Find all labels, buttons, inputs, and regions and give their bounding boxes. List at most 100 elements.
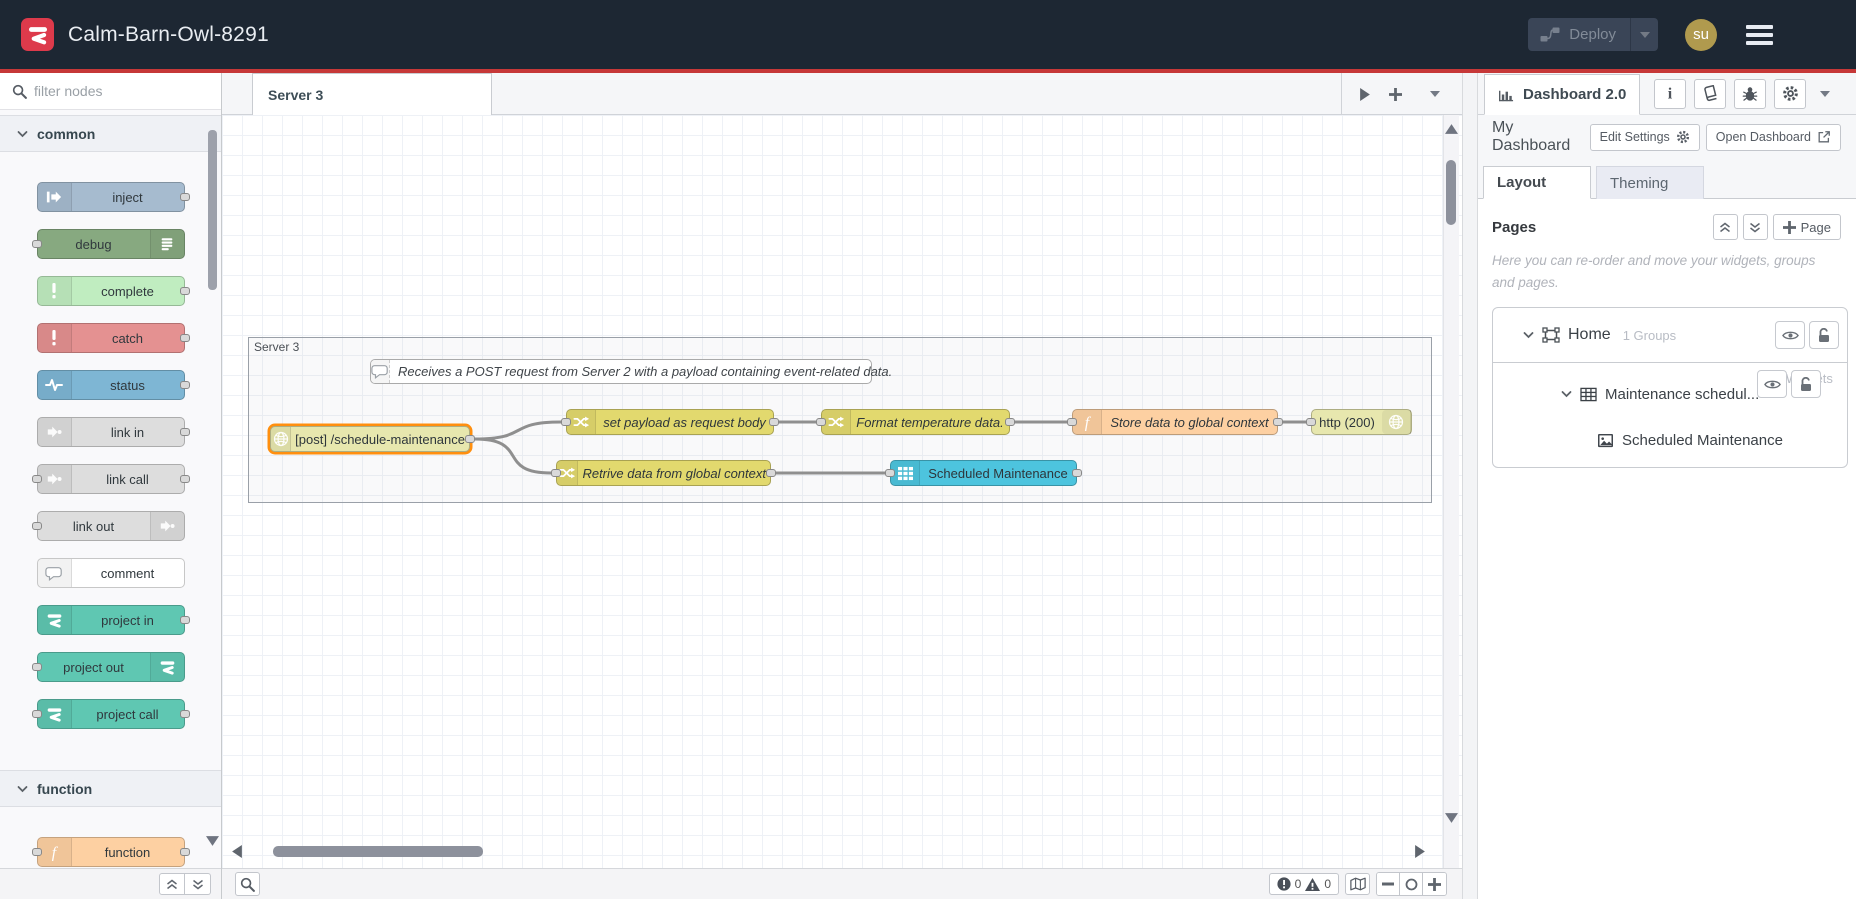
toggle-visibility-button[interactable] <box>1757 370 1787 399</box>
scroll-down-arrow[interactable] <box>1443 810 1459 826</box>
search-flows-button[interactable] <box>235 872 260 896</box>
flow-node-retrive-data-from-global-context[interactable]: Retrive data from global context <box>551 460 776 486</box>
palette-scrollbar-thumb[interactable] <box>208 130 217 290</box>
tree-item-group-maintenance[interactable]: Maintenance schedul... 1 Widgets <box>1493 363 1847 418</box>
toggle-lock-button[interactable] <box>1791 370 1821 399</box>
scroll-up-arrow[interactable] <box>1443 121 1459 137</box>
palette-node-project-in[interactable]: project in <box>36 605 190 635</box>
palette-node-catch[interactable]: catch <box>36 323 190 353</box>
node-input-port[interactable] <box>31 848 42 856</box>
palette-node-project-out[interactable]: project out <box>31 652 185 682</box>
node-input-port[interactable] <box>1067 418 1077 426</box>
node-input-port[interactable] <box>31 663 42 671</box>
node-input-port[interactable] <box>551 469 561 477</box>
zoom-in-button[interactable] <box>1423 873 1446 895</box>
tree-item-widget-scheduled-maintenance[interactable]: Scheduled Maintenance <box>1493 418 1847 467</box>
toggle-lock-button[interactable] <box>1809 321 1839 350</box>
palette-category-function[interactable]: function <box>0 770 221 807</box>
tab-scroll-right-button[interactable] <box>1352 79 1378 109</box>
node-output-port[interactable] <box>179 710 190 718</box>
flow-node-scheduled-maintenance[interactable]: Scheduled Maintenance <box>885 460 1082 486</box>
config-sidebar-button[interactable] <box>1774 78 1807 109</box>
tree-item-page-home[interactable]: Home 1 Groups <box>1493 308 1847 364</box>
palette-scroll-down-arrow[interactable] <box>206 833 219 849</box>
chevron-down-icon <box>17 130 28 138</box>
node-input-port[interactable] <box>561 418 571 426</box>
node-output-port[interactable] <box>1273 418 1283 426</box>
node-output-port[interactable] <box>1072 469 1082 477</box>
node-output-port[interactable] <box>179 475 190 483</box>
scroll-right-arrow[interactable] <box>1412 843 1428 859</box>
flow-node-set-payload-as-request-body[interactable]: set payload as request body <box>561 409 779 435</box>
comment-node[interactable]: Receives a POST request from Server 2 wi… <box>370 359 892 384</box>
sidebar-splitter[interactable] <box>1462 73 1478 899</box>
scroll-left-arrow[interactable] <box>229 843 245 859</box>
zoom-out-button[interactable] <box>1377 873 1400 895</box>
flow-canvas[interactable]: Server 3 Receives a POST request from Se… <box>222 115 1462 868</box>
expand-all-categories-button[interactable] <box>185 873 211 895</box>
zoom-reset-button[interactable] <box>1400 873 1423 895</box>
node-output-port[interactable] <box>179 848 190 856</box>
node-output-port[interactable] <box>179 193 190 201</box>
node-input-port[interactable] <box>31 240 42 248</box>
flow-node-format-temperature-data[interactable]: Format temperature data. <box>816 409 1015 435</box>
palette-node-link-out[interactable]: link out <box>31 511 185 541</box>
node-input-port[interactable] <box>31 710 42 718</box>
tab-server-3[interactable]: Server 3 <box>252 73 492 115</box>
node-output-port[interactable] <box>179 428 190 436</box>
palette-node-comment[interactable]: comment <box>36 558 185 588</box>
node-input-port[interactable] <box>31 522 42 530</box>
node-output-port[interactable] <box>179 287 190 295</box>
info-sidebar-button[interactable]: i <box>1654 78 1687 109</box>
add-page-button[interactable]: Page <box>1772 214 1841 240</box>
sidebar-menu-caret[interactable] <box>1820 90 1831 97</box>
node-input-port[interactable] <box>31 475 42 483</box>
canvas-vertical-scrollbar[interactable] <box>1443 115 1459 868</box>
node-output-port[interactable] <box>769 418 779 426</box>
flow-node-store-data-to-global-context[interactable]: f Store data to global context <box>1067 409 1283 435</box>
palette-node-status[interactable]: status <box>36 370 190 400</box>
edit-settings-button[interactable]: Edit Settings <box>1589 123 1700 151</box>
collapse-all-categories-button[interactable] <box>159 873 185 895</box>
node-input-port[interactable] <box>1306 418 1316 426</box>
main-menu-button[interactable] <box>1746 24 1773 45</box>
node-input-port[interactable] <box>885 469 895 477</box>
collapse-all-pages-button[interactable] <box>1712 214 1738 240</box>
node-output-port[interactable] <box>465 435 475 443</box>
user-avatar[interactable]: su <box>1685 18 1717 51</box>
minimap-toggle-button[interactable] <box>1345 873 1370 895</box>
palette-node-function[interactable]: f function <box>31 837 190 867</box>
add-flow-button[interactable] <box>1382 79 1408 109</box>
filter-nodes-input[interactable] <box>34 83 184 99</box>
deploy-options-button[interactable] <box>1630 18 1658 51</box>
debug-sidebar-button[interactable] <box>1734 78 1767 109</box>
tab-layout[interactable]: Layout <box>1483 166 1591 199</box>
node-input-port[interactable] <box>816 418 826 426</box>
node-output-port[interactable] <box>179 334 190 342</box>
flow-node-post-schedule-maintenance[interactable]: [post] /schedule-maintenance <box>270 426 475 452</box>
open-dashboard-button[interactable]: Open Dashboard <box>1705 123 1841 151</box>
tab-dashboard-2[interactable]: Dashboard 2.0 <box>1484 73 1641 115</box>
palette-node-complete[interactable]: complete <box>36 276 190 306</box>
palette-node-link-in[interactable]: link in <box>36 417 190 447</box>
node-output-port[interactable] <box>766 469 776 477</box>
node-output-port[interactable] <box>179 616 190 624</box>
palette-node-project-call[interactable]: project call <box>31 699 190 729</box>
help-sidebar-button[interactable] <box>1694 78 1727 109</box>
palette-node-link-call[interactable]: link call <box>31 464 190 494</box>
canvas-hscroll-thumb[interactable] <box>273 846 483 857</box>
node-output-port[interactable] <box>1005 418 1015 426</box>
flow-tabbar: Server 3 <box>222 73 1462 115</box>
toggle-visibility-button[interactable] <box>1775 321 1805 350</box>
node-output-port[interactable] <box>179 381 190 389</box>
flow-status-badge[interactable]: 0 0 <box>1268 873 1339 895</box>
palette-node-inject[interactable]: inject <box>36 182 190 212</box>
flow-list-button[interactable] <box>1422 79 1448 109</box>
canvas-vscroll-thumb[interactable] <box>1446 160 1456 225</box>
flow-node-http-200[interactable]: http (200) <box>1306 409 1412 435</box>
tab-theming[interactable]: Theming <box>1596 166 1704 199</box>
expand-all-pages-button[interactable] <box>1742 214 1768 240</box>
deploy-button[interactable]: Deploy <box>1528 18 1658 51</box>
palette-category-common[interactable]: common <box>0 115 221 152</box>
palette-node-debug[interactable]: debug <box>31 229 185 259</box>
